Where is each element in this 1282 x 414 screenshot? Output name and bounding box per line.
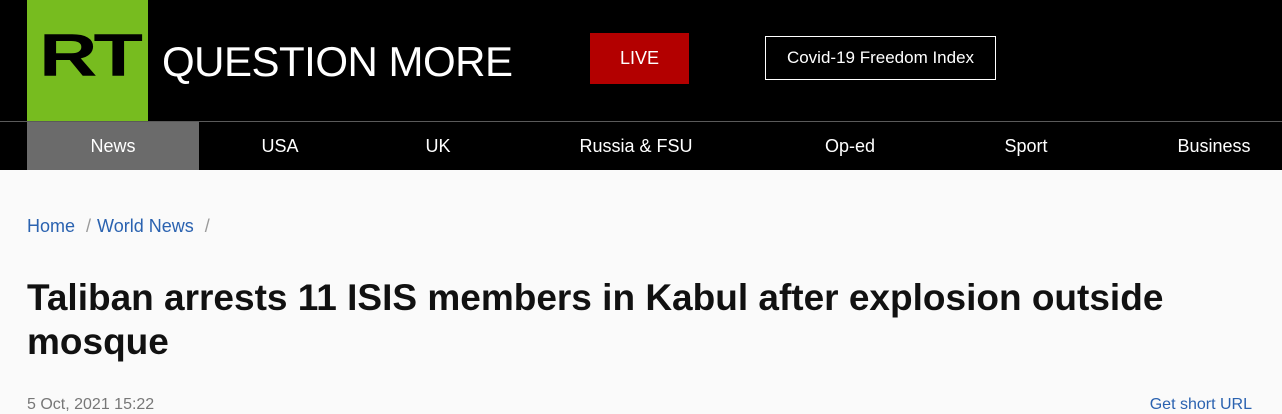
nav-item-usa[interactable]: USA: [230, 122, 330, 170]
top-header: RT QUESTION MORE LIVE Covid-19 Freedom I…: [0, 0, 1282, 121]
nav-item-sport[interactable]: Sport: [980, 122, 1072, 170]
nav-item-op-ed[interactable]: Op-ed: [800, 122, 900, 170]
logo-text: RT: [39, 22, 143, 89]
breadcrumb-world-news[interactable]: World News: [97, 216, 194, 236]
article-date: 5 Oct, 2021 15:22: [27, 396, 155, 413]
nav-item-uk[interactable]: UK: [398, 122, 478, 170]
get-short-url-link[interactable]: Get short URL: [1150, 396, 1252, 414]
tagline: QUESTION MORE: [162, 38, 513, 85]
nav-item-russia-fsu[interactable]: Russia & FSU: [566, 122, 706, 170]
breadcrumb-separator: /: [86, 216, 92, 236]
nav-item-news[interactable]: News: [27, 122, 199, 170]
rt-logo[interactable]: RT: [27, 0, 148, 121]
breadcrumb: Home / World News /: [27, 215, 216, 237]
live-button[interactable]: LIVE: [590, 33, 689, 84]
nav-item-business[interactable]: Business: [1160, 122, 1268, 170]
main-nav: News USA UK Russia & FSU Op-ed Sport Bus…: [0, 121, 1282, 170]
breadcrumb-separator: /: [204, 216, 210, 236]
breadcrumb-home[interactable]: Home: [27, 216, 75, 236]
covid-freedom-index-button[interactable]: Covid-19 Freedom Index: [765, 36, 996, 80]
article-headline: Taliban arrests 11 ISIS members in Kabul…: [27, 277, 1164, 362]
